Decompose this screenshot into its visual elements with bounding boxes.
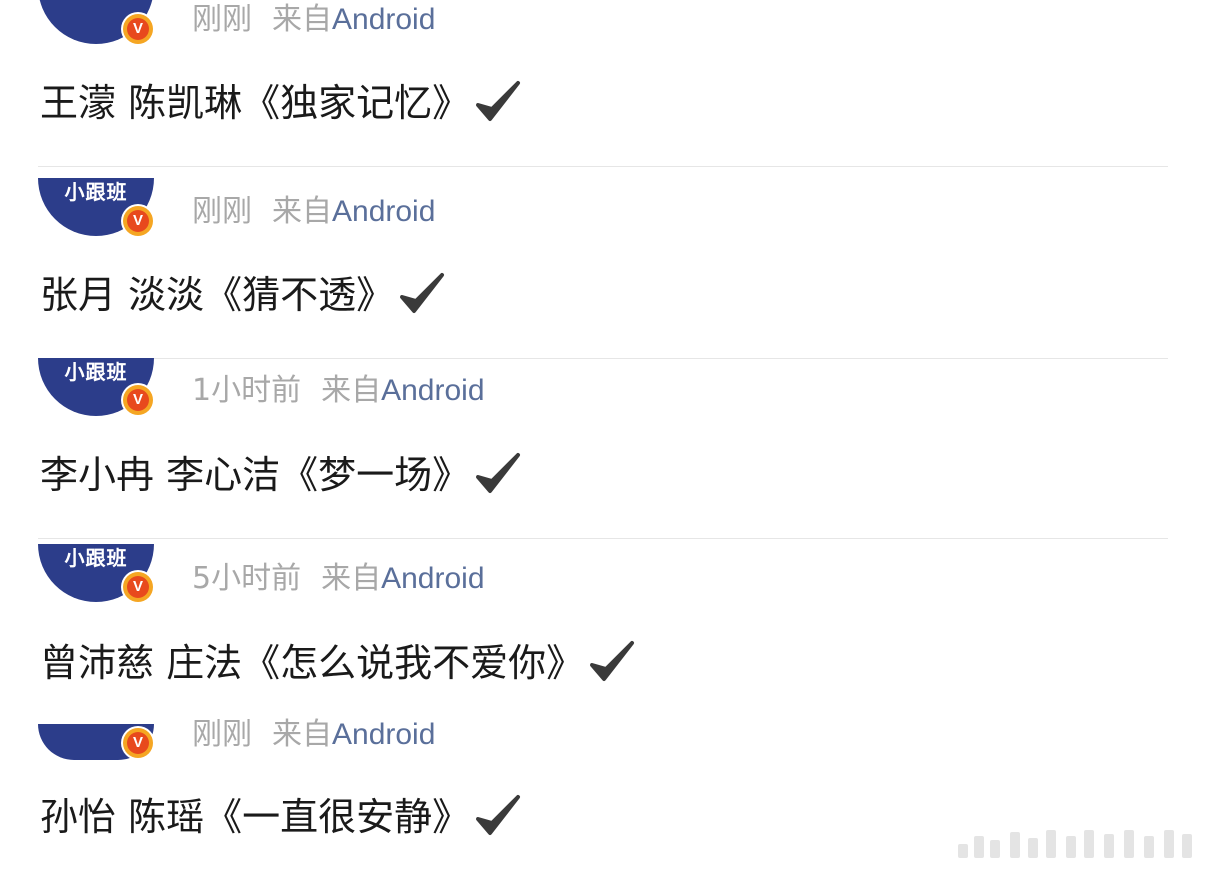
avatar-text: 小跟班 [64,546,128,570]
avatar-text: 小跟班 [64,360,128,384]
verified-badge-icon: V [123,206,153,236]
post-content[interactable]: 王濛 陈凯琳《独家记忆》 [40,80,522,126]
weibo-feed: V 刚刚 来自Android 王濛 陈凯琳《独家记忆》 小跟班 V 刚刚 来自And… [0,0,1206,872]
source-app-link[interactable]: Android [332,195,435,228]
post-meta: 5小时前 来自Android [192,561,485,597]
checkmark-icon [476,794,521,835]
verified-badge-letter: V [127,389,149,411]
verified-badge-icon: V [123,14,153,44]
source-prefix: 来自 [321,373,382,408]
verified-badge-letter: V [127,210,149,232]
post-content[interactable]: 曾沛慈 庄法《怎么说我不爱你》 [40,640,636,686]
post-meta: 刚刚 来自Android [192,194,435,230]
post-text: 张月 淡淡《猜不透》 [40,273,395,317]
post-content[interactable]: 孙怡 陈瑶《一直很安静》 [40,794,522,840]
checkmark-icon [590,640,635,681]
post-meta: 1小时前 来自Android [192,373,485,409]
source-app-link[interactable]: Android [332,3,435,36]
post-time: 刚刚 [192,2,252,37]
post-meta: 刚刚 来自Android [192,2,435,38]
post-time: 5小时前 [192,561,302,596]
source-prefix: 来自 [272,194,332,229]
post-text: 李小冉 李心洁《梦一场》 [40,453,471,497]
post-time: 刚刚 [192,717,252,752]
verified-badge-icon: V [123,728,153,758]
verified-badge-icon: V [123,572,153,602]
post-text: 孙怡 陈瑶《一直很安静》 [40,795,471,839]
source-prefix: 来自 [321,561,382,596]
post-time: 刚刚 [192,194,252,229]
post-text: 王濛 陈凯琳《独家记忆》 [40,81,471,125]
source-app-link[interactable]: Android [381,562,484,595]
avatar-text: 小跟班 [64,180,128,204]
source-app-link[interactable]: Android [381,374,484,407]
verified-badge-icon: V [123,385,153,415]
checkmark-icon [476,80,521,121]
post-content[interactable]: 张月 淡淡《猜不透》 [40,272,446,318]
verified-badge-letter: V [127,576,149,598]
source-prefix: 来自 [272,2,332,37]
post-content[interactable]: 李小冉 李心洁《梦一场》 [40,452,522,498]
verified-badge-letter: V [127,18,149,40]
source-prefix: 来自 [272,717,332,752]
divider [38,358,1168,359]
post-time: 1小时前 [192,373,302,408]
post-meta: 刚刚 来自Android [192,717,435,753]
checkmark-icon [476,452,521,493]
verified-badge-letter: V [127,732,149,754]
watermark [958,826,1198,858]
divider [38,538,1168,539]
divider [38,166,1168,167]
checkmark-icon [400,272,445,313]
post-text: 曾沛慈 庄法《怎么说我不爱你》 [40,641,585,685]
source-app-link[interactable]: Android [332,718,435,751]
